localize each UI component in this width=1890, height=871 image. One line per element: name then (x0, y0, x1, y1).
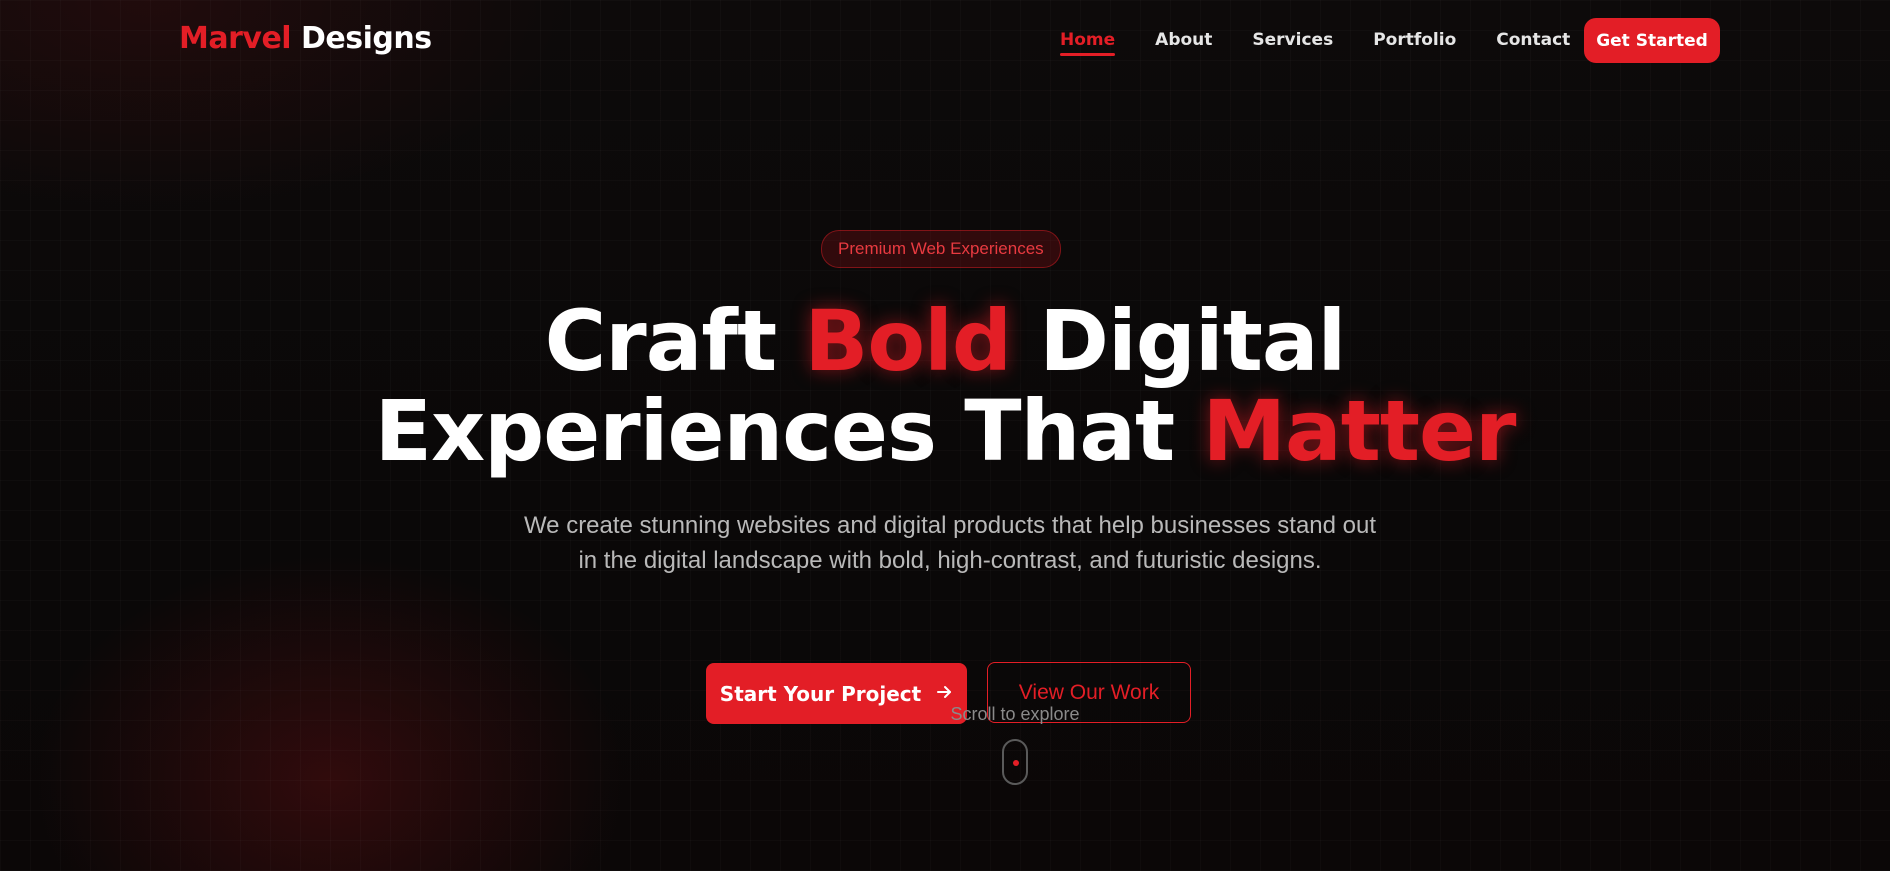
nav-link-contact[interactable]: Contact (1496, 30, 1570, 56)
hero-subtitle: We create stunning websites and digital … (523, 512, 1377, 574)
nav-link-portfolio[interactable]: Portfolio (1373, 30, 1456, 56)
arrow-right-icon (935, 682, 953, 706)
scroll-indicator-dot (1013, 760, 1019, 766)
brand-name-part2: Designs (301, 21, 432, 56)
hero-badge: Premium Web Experiences (821, 230, 1061, 268)
headline-word-bold: Bold (804, 292, 1012, 390)
scroll-hint-text: Scroll to explore (950, 704, 1080, 724)
nav-link-services[interactable]: Services (1252, 30, 1333, 56)
headline-word-matter: Matter (1202, 382, 1516, 480)
headline-word-craft: Craft (544, 292, 777, 390)
hero-headline: Craft Bold Digital Experiences That Matt… (0, 296, 1890, 476)
headline-word-digital: Digital (1039, 292, 1346, 390)
scroll-mouse-icon[interactable] (1002, 739, 1028, 785)
headline-word-experiences-that: Experiences That (374, 382, 1176, 480)
start-project-label: Start Your Project (719, 681, 922, 706)
get-started-button[interactable]: Get Started (1584, 18, 1720, 63)
nav-link-about[interactable]: About (1155, 30, 1212, 56)
brand-name-part1: Marvel (179, 21, 292, 56)
brand-logo[interactable]: Marvel Designs (179, 21, 432, 56)
nav-link-home[interactable]: Home (1060, 30, 1116, 56)
main-navigation: Home About Services Portfolio Contact (1060, 30, 1570, 56)
